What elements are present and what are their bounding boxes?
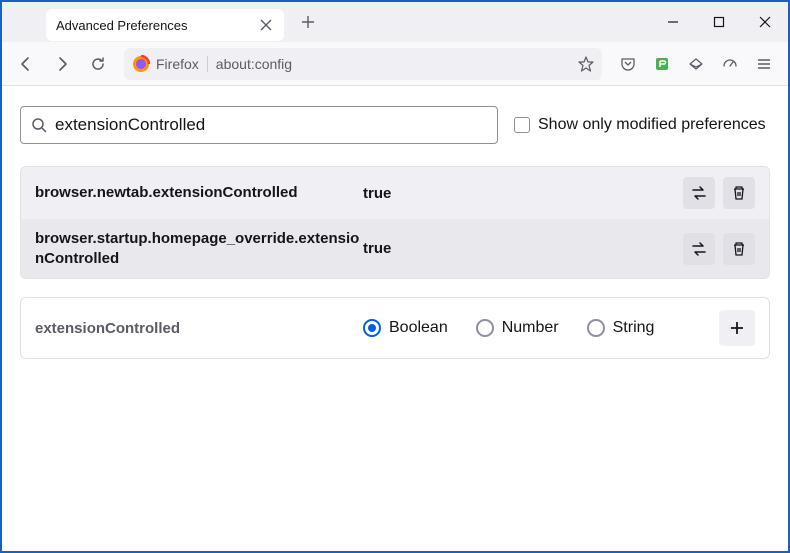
preference-list: browser.newtab.extensionControlled true … bbox=[20, 166, 770, 279]
radio-icon bbox=[363, 319, 381, 337]
window-controls bbox=[650, 2, 788, 42]
radio-icon bbox=[587, 319, 605, 337]
extension-icon[interactable] bbox=[646, 48, 678, 80]
forward-button[interactable] bbox=[46, 48, 78, 80]
browser-window: Advanced Preferences bbox=[0, 0, 790, 553]
preference-actions bbox=[683, 233, 755, 265]
reload-button[interactable] bbox=[82, 48, 114, 80]
add-preference-name: extensionControlled bbox=[35, 320, 363, 337]
bookmark-star-icon[interactable] bbox=[578, 56, 594, 72]
preference-actions bbox=[683, 177, 755, 209]
nav-bar: Firefox about:config bbox=[2, 42, 788, 86]
firefox-logo-icon bbox=[132, 55, 150, 73]
maximize-button[interactable] bbox=[696, 2, 742, 42]
search-input[interactable] bbox=[55, 115, 487, 135]
radio-label: Number bbox=[502, 319, 559, 337]
tab-advanced-preferences[interactable]: Advanced Preferences bbox=[46, 9, 284, 41]
preference-name: browser.startup.homepage_override.extens… bbox=[35, 229, 363, 268]
preference-value: true bbox=[363, 185, 683, 202]
url-identity-label: Firefox bbox=[156, 56, 208, 72]
back-button[interactable] bbox=[10, 48, 42, 80]
preference-row[interactable]: browser.newtab.extensionControlled true bbox=[21, 167, 769, 219]
type-radio-group: Boolean Number String bbox=[363, 319, 719, 337]
radio-boolean[interactable]: Boolean bbox=[363, 319, 448, 337]
close-tab-icon[interactable] bbox=[258, 17, 274, 33]
dashboard-icon[interactable] bbox=[714, 48, 746, 80]
url-bar[interactable]: Firefox about:config bbox=[124, 48, 602, 80]
show-modified-checkbox[interactable]: Show only modified preferences bbox=[514, 116, 766, 134]
checkbox-label: Show only modified preferences bbox=[538, 116, 766, 134]
toggle-button[interactable] bbox=[683, 177, 715, 209]
close-window-button[interactable] bbox=[742, 2, 788, 42]
search-box[interactable] bbox=[20, 106, 498, 144]
delete-button[interactable] bbox=[723, 177, 755, 209]
tab-bar: Advanced Preferences bbox=[2, 2, 788, 42]
checkbox-icon bbox=[514, 117, 530, 133]
tab-title: Advanced Preferences bbox=[56, 18, 188, 33]
radio-string[interactable]: String bbox=[587, 319, 655, 337]
new-tab-button[interactable] bbox=[294, 8, 322, 36]
search-icon bbox=[31, 117, 47, 133]
mail-icon[interactable] bbox=[680, 48, 712, 80]
toolbar-icons bbox=[612, 48, 780, 80]
add-preference-button[interactable] bbox=[719, 310, 755, 346]
search-row: Show only modified preferences bbox=[20, 106, 770, 144]
preference-row[interactable]: browser.startup.homepage_override.extens… bbox=[21, 219, 769, 278]
radio-number[interactable]: Number bbox=[476, 319, 559, 337]
radio-label: Boolean bbox=[389, 319, 448, 337]
radio-icon bbox=[476, 319, 494, 337]
url-text: about:config bbox=[216, 56, 578, 72]
preference-value: true bbox=[363, 240, 683, 257]
pocket-icon[interactable] bbox=[612, 48, 644, 80]
delete-button[interactable] bbox=[723, 233, 755, 265]
about-config-content: Show only modified preferences browser.n… bbox=[2, 86, 788, 551]
hamburger-menu-icon[interactable] bbox=[748, 48, 780, 80]
preference-name: browser.newtab.extensionControlled bbox=[35, 183, 363, 203]
radio-label: String bbox=[613, 319, 655, 337]
add-preference-row: extensionControlled Boolean Number Strin… bbox=[20, 297, 770, 359]
minimize-button[interactable] bbox=[650, 2, 696, 42]
toggle-button[interactable] bbox=[683, 233, 715, 265]
